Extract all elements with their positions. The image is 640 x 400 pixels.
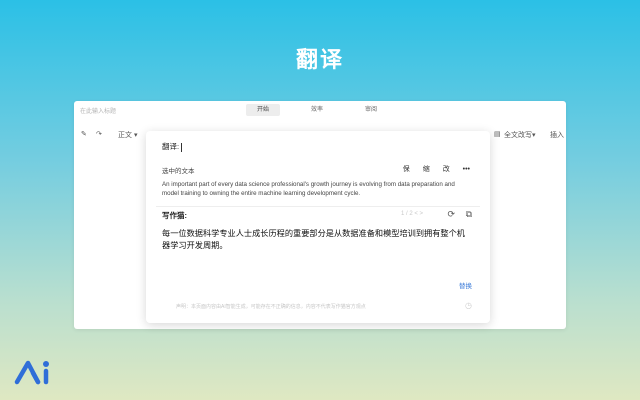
translate-input[interactable]: 翻译: [162, 141, 183, 152]
full-text-rewrite-button[interactable]: 全文改写▾ [504, 130, 536, 140]
refresh-icon[interactable]: ⟳ [448, 209, 456, 219]
tab-review[interactable]: 审阅 [354, 104, 388, 116]
tab-start[interactable]: 开始 [246, 104, 280, 116]
hero-title: 翻译 [295, 47, 344, 72]
divider [156, 206, 480, 207]
result-pager[interactable]: 1 / 2 < > [401, 211, 423, 217]
format-painter-icon[interactable]: ✎ [81, 130, 87, 138]
footer-disclaimer: 声明：本页面内容由AI智能生成，可能存在不正确的信息，内容不代表写作猫官方观点 [176, 304, 366, 310]
rewrite-button[interactable]: 改 [443, 166, 450, 173]
top-bar: 在此输入标题 开始 效率 审阅 [74, 101, 566, 119]
selection-actions: 保 缩 改 ••• [392, 164, 470, 174]
translation-result: 每一位数据科学专业人士成长历程的重要部分是从数据准备和模型培训到拥有整个机器学习… [162, 229, 465, 250]
clock-icon[interactable]: ◷ [465, 301, 472, 310]
tab-efficiency[interactable]: 效率 [300, 104, 334, 116]
translate-popup: 翻译: 选中的文本 保 缩 改 ••• An important part of… [146, 131, 490, 323]
insert-button[interactable]: 插入 [550, 130, 564, 140]
copy-icon[interactable]: ⧉ [466, 209, 472, 219]
text-style-select[interactable]: 正文 ▾ [118, 130, 137, 140]
result-icons: ⟳ ⧉ [448, 209, 473, 220]
text-caret [181, 142, 183, 152]
writer-label: 写作猫: [162, 211, 187, 220]
selected-text: An important part of every data science … [162, 181, 455, 197]
more-button[interactable]: ••• [463, 166, 470, 173]
replace-button[interactable]: 替换 [459, 280, 472, 290]
redo-icon[interactable]: ↷ [96, 130, 102, 138]
doc-icon[interactable]: ▤ [494, 130, 501, 138]
app-logo [14, 360, 49, 385]
translate-label: 翻译: [162, 142, 180, 151]
shorten-button[interactable]: 缩 [423, 166, 430, 173]
keep-button[interactable]: 保 [403, 166, 410, 173]
selected-text-title: 选中的文本 [162, 168, 195, 175]
document-title[interactable]: 在此输入标题 [80, 106, 116, 115]
